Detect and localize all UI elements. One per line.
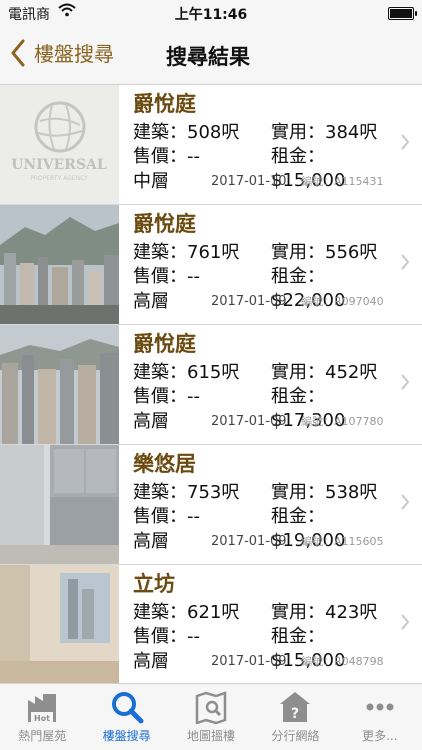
svg-text:Hot: Hot bbox=[34, 714, 50, 723]
listing-row[interactable]: 樂悠居 建築：753呎 實用：538呎 售價：-- 租金：$19,000 高層 … bbox=[0, 445, 422, 565]
thumb-logo-subtext: PROPERTY AGENCY bbox=[30, 175, 88, 182]
status-time: 上午11:46 bbox=[174, 7, 248, 23]
listing-row[interactable]: UNIVERSAL PROPERTY AGENCY 爵悅庭 建築：508呎 實用… bbox=[0, 85, 422, 205]
svg-text:?: ? bbox=[291, 706, 299, 722]
floor-level: 中層 bbox=[133, 171, 169, 192]
tab-label: 分行網絡 bbox=[271, 729, 320, 743]
navigation-bar: 樓盤搜尋 搜尋結果 bbox=[0, 26, 422, 85]
tab-branch-network[interactable]: ? 分行網絡 bbox=[253, 684, 337, 750]
map-search-icon bbox=[195, 691, 227, 725]
listing-row[interactable]: 立坊 建築：621呎 實用：423呎 售價：-- 租金：$15,000 高層 2… bbox=[0, 565, 422, 685]
tab-property-search[interactable]: 樓盤搜尋 bbox=[84, 684, 168, 750]
floor-level: 高層 bbox=[133, 531, 169, 552]
listing-name: 爵悅庭 bbox=[133, 92, 196, 116]
listing-date: 2017-01-09 bbox=[211, 534, 287, 549]
tab-hot-estates[interactable]: Hot 熱門屋苑 bbox=[0, 684, 84, 750]
tab-label: 熱門屋苑 bbox=[18, 729, 67, 743]
page-title: 搜尋結果 bbox=[166, 45, 250, 69]
hot-buildings-icon: Hot bbox=[28, 694, 57, 723]
search-results-list: UNIVERSAL PROPERTY AGENCY 爵悅庭 建築：508呎 實用… bbox=[0, 85, 422, 685]
listing-name: 爵悅庭 bbox=[133, 332, 196, 356]
sale-price: 售價：-- bbox=[133, 506, 200, 527]
usable-area: 實用：538呎 bbox=[271, 482, 378, 503]
more-icon bbox=[366, 703, 394, 711]
tab-more[interactable]: 更多... bbox=[338, 684, 422, 750]
back-button[interactable]: 樓盤搜尋 bbox=[10, 38, 114, 67]
chevron-right-icon bbox=[401, 254, 410, 270]
battery-icon bbox=[388, 7, 417, 20]
listing-ref: 編號：A115431 bbox=[301, 175, 384, 188]
usable-area: 實用：452呎 bbox=[271, 362, 378, 383]
listing-thumbnail bbox=[0, 445, 119, 564]
listing-date: 2017-01-10 bbox=[211, 174, 287, 189]
listing-name: 爵悅庭 bbox=[133, 212, 196, 236]
listing-name: 立坊 bbox=[133, 572, 175, 596]
chevron-right-icon bbox=[401, 374, 410, 390]
listing-date: 2017-01-09 bbox=[211, 294, 287, 309]
usable-area: 實用：423呎 bbox=[271, 602, 378, 623]
gross-area: 建築：621呎 bbox=[133, 602, 240, 623]
building-photo bbox=[0, 325, 119, 444]
usable-area: 實用：556呎 bbox=[271, 242, 378, 263]
interior-photo bbox=[0, 445, 119, 564]
floor-level: 高層 bbox=[133, 291, 169, 312]
sale-price: 售價：-- bbox=[133, 626, 200, 647]
listing-thumbnail bbox=[0, 205, 119, 324]
listing-ref: 編號：R097040 bbox=[301, 295, 384, 308]
chevron-left-icon bbox=[11, 39, 25, 66]
floor-level: 高層 bbox=[133, 651, 169, 672]
listing-ref: 編號：R048798 bbox=[301, 655, 384, 668]
search-icon bbox=[111, 692, 144, 724]
branch-help-icon: ? bbox=[280, 692, 311, 722]
gross-area: 建築：753呎 bbox=[133, 482, 240, 503]
tab-label: 地圖搵樓 bbox=[187, 729, 236, 743]
listing-date: 2017-01-09 bbox=[211, 414, 287, 429]
sale-price: 售價：-- bbox=[133, 146, 200, 167]
tab-bar: Hot 熱門屋苑 樓盤搜尋 地圖搵樓 ? 分行網絡 更多... bbox=[0, 683, 422, 750]
floor-level: 高層 bbox=[133, 411, 169, 432]
tab-map-search[interactable]: 地圖搵樓 bbox=[169, 684, 253, 750]
status-bar: 電訊商 上午11:46 bbox=[0, 0, 422, 26]
gross-area: 建築：508呎 bbox=[133, 122, 240, 143]
listing-thumbnail: UNIVERSAL PROPERTY AGENCY bbox=[0, 85, 119, 204]
agency-logo-image: UNIVERSAL PROPERTY AGENCY bbox=[0, 85, 119, 204]
listing-row[interactable]: 爵悅庭 建築：615呎 實用：452呎 售價：-- 租金：$17,300 高層 … bbox=[0, 325, 422, 445]
thumb-logo-text: UNIVERSAL bbox=[11, 157, 107, 173]
gross-area: 建築：615呎 bbox=[133, 362, 240, 383]
chevron-right-icon bbox=[401, 134, 410, 150]
listing-ref: 編號：A115605 bbox=[301, 535, 384, 548]
interior-photo bbox=[0, 565, 119, 684]
listing-name: 樂悠居 bbox=[133, 452, 196, 476]
sale-price: 售價：-- bbox=[133, 266, 200, 287]
building-photo bbox=[0, 205, 119, 324]
chevron-right-icon bbox=[401, 614, 410, 630]
back-label: 樓盤搜尋 bbox=[34, 42, 114, 66]
usable-area: 實用：384呎 bbox=[271, 122, 378, 143]
chevron-right-icon bbox=[401, 494, 410, 510]
listing-thumbnail bbox=[0, 565, 119, 684]
gross-area: 建築：761呎 bbox=[133, 242, 240, 263]
sale-price: 售價：-- bbox=[133, 386, 200, 407]
listing-row[interactable]: 爵悅庭 建築：761呎 實用：556呎 售價：-- 租金：$22,000 高層 … bbox=[0, 205, 422, 325]
tab-label: 更多... bbox=[362, 729, 398, 743]
tab-label: 樓盤搜尋 bbox=[102, 729, 151, 743]
listing-date: 2017-01-09 bbox=[211, 654, 287, 669]
listing-thumbnail bbox=[0, 325, 119, 444]
listing-ref: 編號：A107780 bbox=[301, 415, 384, 428]
